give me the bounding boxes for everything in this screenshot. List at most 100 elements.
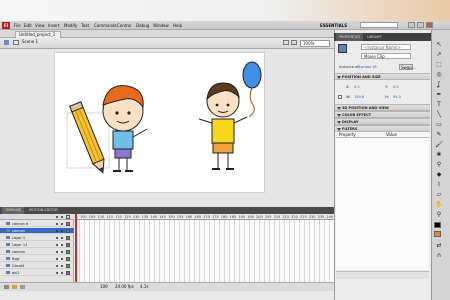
layer-color-box[interactable]	[66, 236, 70, 240]
back-arrow-icon[interactable]	[4, 40, 9, 45]
layer-row[interactable]: flygi	[0, 256, 74, 262]
symbol-type-select[interactable]: Movie Clip	[361, 53, 411, 59]
lock-dot[interactable]	[61, 272, 63, 274]
free-transform-tool-icon[interactable]: ⬚	[434, 60, 444, 69]
layer-color-box[interactable]	[66, 229, 70, 233]
lock-dot[interactable]	[61, 230, 63, 232]
section-color-effect[interactable]: COLOR EFFECT	[335, 111, 430, 118]
pen-tool-icon[interactable]: ✒	[434, 90, 444, 99]
hand-tool-icon[interactable]: ✋	[434, 200, 444, 209]
lock-icon[interactable]	[61, 216, 63, 218]
section-display[interactable]: DISPLAY	[335, 118, 430, 125]
layer-row[interactable]: Layer 1	[0, 235, 74, 241]
link-icon[interactable]	[338, 95, 342, 99]
stroke-color-swatch[interactable]	[434, 222, 441, 228]
eyedropper-tool-icon[interactable]: ⌇	[434, 180, 444, 189]
edit-symbols-icon[interactable]	[291, 40, 297, 45]
boy-with-pencil-drawing[interactable]	[66, 85, 148, 175]
tab-properties[interactable]: PROPERTIES	[336, 33, 364, 41]
swap-colors-icon[interactable]: ⇄	[434, 241, 444, 250]
visibility-dot[interactable]	[56, 251, 58, 253]
tab-motion-editor[interactable]: MOTION EDITOR	[26, 207, 61, 214]
swap-button[interactable]: Swap...	[399, 64, 416, 70]
lock-dot[interactable]	[61, 244, 63, 246]
menu-window[interactable]: Window	[153, 22, 169, 29]
lasso-tool-icon[interactable]: ʆ	[434, 80, 444, 89]
menu-modify[interactable]: Modify	[64, 22, 77, 29]
lock-dot[interactable]	[61, 265, 63, 267]
subselection-tool-icon[interactable]: ↗	[434, 50, 444, 59]
frame-rate[interactable]: 24.00 fps	[115, 284, 134, 290]
layer-color-box[interactable]	[66, 243, 70, 247]
playhead[interactable]	[75, 214, 77, 282]
layer-row[interactable]: cannon	[0, 249, 74, 255]
paint-bucket-tool-icon[interactable]: ◆	[434, 170, 444, 179]
maximize-button[interactable]	[417, 22, 424, 28]
menu-debug[interactable]: Debug	[136, 22, 149, 29]
section-position-and-size[interactable]: POSITION AND SIZE	[335, 73, 430, 80]
rectangle-tool-icon[interactable]: ▭	[434, 120, 444, 129]
menu-insert[interactable]: Insert	[48, 22, 59, 29]
visibility-dot[interactable]	[56, 237, 58, 239]
menu-commands[interactable]: Commands	[94, 22, 117, 29]
menu-view[interactable]: View	[35, 22, 45, 29]
snap-to-objects-icon[interactable]: ∩	[434, 251, 444, 260]
boy-with-balloon-drawing[interactable]	[198, 61, 262, 170]
instance-name-input[interactable]: <Instance Name>	[361, 44, 411, 50]
frame-grid[interactable]	[75, 214, 334, 282]
x-value[interactable]: 0.0	[354, 85, 360, 90]
delete-layer-icon[interactable]	[20, 285, 25, 289]
new-layer-icon[interactable]	[4, 285, 9, 289]
y-value[interactable]: 0.0	[393, 85, 399, 90]
layer-row[interactable]: Cloud4	[0, 263, 74, 269]
help-search-input[interactable]	[360, 22, 398, 28]
pencil-tool-icon[interactable]: ✎	[434, 130, 444, 139]
layer-color-box[interactable]	[66, 271, 70, 275]
layer-color-box[interactable]	[66, 264, 70, 268]
visibility-dot[interactable]	[56, 223, 58, 225]
lock-dot[interactable]	[61, 223, 63, 225]
menu-text[interactable]: Text	[81, 22, 89, 29]
bone-tool-icon[interactable]: ⚲	[434, 160, 444, 169]
layer-color-box[interactable]	[66, 257, 70, 261]
tab-timeline[interactable]: TIMELINE	[2, 207, 25, 214]
3d-rotation-tool-icon[interactable]: ◎	[434, 70, 444, 79]
document-tab[interactable]: Untitled_project_1	[15, 31, 61, 38]
fill-color-swatch[interactable]	[434, 231, 441, 237]
layer-row[interactable]: cannon	[0, 228, 74, 234]
workspace-switcher[interactable]: ESSENTIALS	[320, 22, 347, 29]
new-folder-icon[interactable]	[12, 285, 17, 289]
zoom-select[interactable]: 100%	[300, 40, 330, 47]
minimize-button[interactable]	[408, 22, 415, 28]
menu-edit[interactable]: Edit	[24, 22, 32, 29]
layer-row[interactable]: cannon b	[0, 221, 74, 227]
visibility-dot[interactable]	[56, 265, 58, 267]
w-value[interactable]: 159.6	[354, 95, 364, 100]
selection-tool-icon[interactable]: ↖	[434, 40, 444, 49]
layer-row[interactable]: Layer 13	[0, 242, 74, 248]
eye-icon[interactable]	[56, 216, 58, 218]
lock-dot[interactable]	[61, 258, 63, 260]
menu-help[interactable]: Help	[173, 22, 182, 29]
close-button[interactable]	[426, 22, 433, 28]
edit-scene-icon[interactable]	[283, 40, 289, 45]
lock-dot[interactable]	[61, 237, 63, 239]
stage[interactable]	[54, 52, 265, 193]
menu-file[interactable]: File	[14, 22, 21, 29]
deco-tool-icon[interactable]: ❀	[434, 150, 444, 159]
menu-control[interactable]: Control	[117, 22, 131, 29]
outline-icon[interactable]	[66, 215, 70, 219]
tab-library[interactable]: LIBRARY	[364, 33, 384, 41]
visibility-dot[interactable]	[56, 258, 58, 260]
line-tool-icon[interactable]: ╲	[434, 110, 444, 119]
h-value[interactable]: 95.0	[393, 95, 401, 100]
visibility-dot[interactable]	[56, 272, 58, 274]
frame-ruler[interactable]: 100 105 110 115 120 125 130 135 140 145 150 155 160 1…	[75, 214, 334, 220]
eraser-tool-icon[interactable]: ▱	[434, 190, 444, 199]
text-tool-icon[interactable]: T	[434, 100, 444, 109]
brush-tool-icon[interactable]: 🖌	[434, 140, 444, 149]
layer-color-box[interactable]	[66, 250, 70, 254]
lock-dot[interactable]	[61, 251, 63, 253]
visibility-dot[interactable]	[56, 230, 58, 232]
section-filters[interactable]: FILTERS	[335, 125, 430, 132]
